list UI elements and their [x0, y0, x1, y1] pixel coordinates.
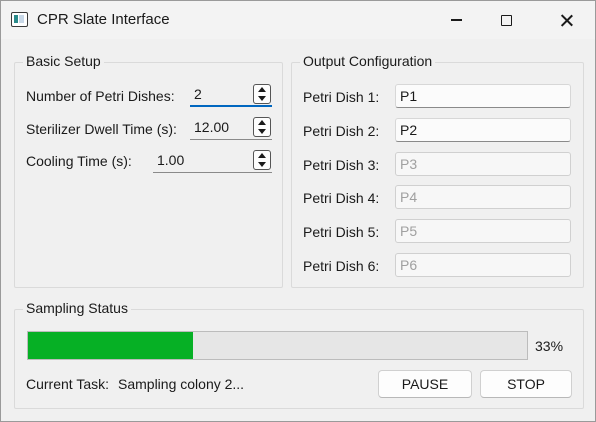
- sampling-status-group: Sampling Status 33% Current Task: Sampli…: [14, 300, 584, 409]
- close-button[interactable]: [543, 1, 589, 39]
- app-window-icon: [11, 12, 28, 27]
- petri-dish-1-value: P1: [400, 88, 418, 104]
- dwell-time-spin-arrows[interactable]: [253, 117, 271, 137]
- petri-dish-6-field: P6: [395, 253, 571, 277]
- petri-dish-5-value: P5: [400, 223, 418, 239]
- output-configuration-group: Output Configuration Petri Dish 1: P1 Pe…: [291, 53, 584, 288]
- dwell-time-label: Sterilizer Dwell Time (s):: [26, 121, 177, 137]
- petri-dishes-spinbox[interactable]: 2: [190, 83, 272, 107]
- petri-dishes-value: 2: [194, 86, 202, 102]
- current-task-label: Current Task:: [26, 376, 109, 392]
- petri-dish-6-value: P6: [400, 257, 418, 273]
- petri-dish-5-field: P5: [395, 219, 571, 243]
- cooling-time-label: Cooling Time (s):: [26, 153, 132, 169]
- basic-setup-group: Basic Setup Number of Petri Dishes: 2 St…: [14, 53, 283, 288]
- close-icon: [560, 14, 573, 27]
- petri-dish-1-field[interactable]: P1: [395, 84, 571, 108]
- progress-fill: [28, 332, 193, 359]
- petri-dish-1-label: Petri Dish 1:: [303, 89, 380, 105]
- title-bar[interactable]: CPR Slate Interface: [1, 1, 595, 39]
- current-task-value: Sampling colony 2...: [118, 376, 245, 392]
- stop-button[interactable]: STOP: [480, 370, 572, 398]
- dwell-time-spinbox[interactable]: 12.00: [190, 116, 272, 140]
- petri-dish-4-value: P4: [400, 189, 418, 205]
- petri-dish-2-value: P2: [400, 122, 418, 138]
- chevron-up-icon[interactable]: [258, 153, 266, 158]
- petri-dish-4-field: P4: [395, 185, 571, 209]
- window-title: CPR Slate Interface: [37, 11, 170, 28]
- maximize-icon: [500, 14, 512, 26]
- minimize-button[interactable]: [433, 1, 479, 39]
- petri-dish-4-label: Petri Dish 4:: [303, 190, 380, 206]
- petri-dish-5-label: Petri Dish 5:: [303, 224, 380, 240]
- petri-dish-3-field: P3: [395, 152, 571, 176]
- sampling-progress-bar: [27, 331, 528, 360]
- main-window: CPR Slate Interface Basic Setup Number o…: [0, 0, 596, 422]
- dwell-time-value: 12.00: [194, 119, 230, 135]
- petri-dish-2-label: Petri Dish 2:: [303, 123, 380, 139]
- progress-percent-text: 33%: [535, 338, 564, 354]
- chevron-down-icon[interactable]: [258, 129, 266, 134]
- output-configuration-title: Output Configuration: [300, 53, 436, 69]
- cooling-time-value: 1.00: [157, 152, 185, 168]
- cooling-time-spinbox[interactable]: 1.00: [153, 149, 272, 173]
- petri-dishes-label: Number of Petri Dishes:: [26, 88, 175, 104]
- pause-button[interactable]: PAUSE: [378, 370, 472, 398]
- chevron-down-icon[interactable]: [258, 96, 266, 101]
- petri-dish-3-value: P3: [400, 156, 418, 172]
- petri-dish-2-field[interactable]: P2: [395, 118, 571, 142]
- sampling-status-title: Sampling Status: [23, 300, 131, 316]
- maximize-button[interactable]: [483, 1, 529, 39]
- petri-dish-6-label: Petri Dish 6:: [303, 258, 380, 274]
- petri-dishes-spin-arrows[interactable]: [253, 84, 271, 104]
- minimize-icon: [450, 19, 462, 21]
- chevron-up-icon[interactable]: [258, 87, 266, 92]
- cooling-time-spin-arrows[interactable]: [253, 150, 271, 170]
- petri-dish-3-label: Petri Dish 3:: [303, 157, 380, 173]
- basic-setup-title: Basic Setup: [23, 53, 104, 69]
- chevron-up-icon[interactable]: [258, 120, 266, 125]
- chevron-down-icon[interactable]: [258, 162, 266, 167]
